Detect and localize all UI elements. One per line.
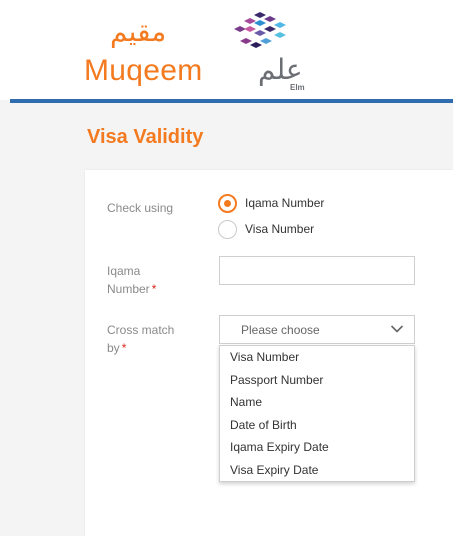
muqeem-logo-arabic: مقيم — [110, 15, 167, 48]
cross-match-label-text: Cross match by — [107, 323, 175, 355]
chevron-down-icon — [390, 325, 404, 333]
elm-logo-text: Elm — [290, 83, 305, 92]
iqama-number-input[interactable] — [219, 256, 415, 285]
muqeem-logo-text: Muqeem — [84, 54, 203, 87]
page-header: مقيم Muqeem علم Elm — [0, 0, 453, 100]
iqama-number-label-text: Iqama Number — [107, 264, 150, 296]
cross-match-label: Cross match by * — [107, 321, 187, 357]
iqama-number-label: Iqama Number * — [107, 262, 177, 298]
cross-match-select[interactable]: Please choose — [219, 315, 415, 344]
radio-iqama-label: Iqama Number — [245, 196, 325, 210]
check-using-label: Check using — [107, 201, 174, 215]
dropdown-option[interactable]: Visa Number — [220, 346, 414, 369]
dropdown-option[interactable]: Visa Expiry Date — [220, 459, 414, 482]
cross-match-dropdown: Visa Number Passport Number Name Date of… — [219, 345, 415, 482]
dropdown-option[interactable]: Name — [220, 391, 414, 414]
radio-iqama-number[interactable]: Iqama Number — [218, 193, 324, 213]
dropdown-option[interactable]: Passport Number — [220, 369, 414, 392]
radio-selected-icon[interactable] — [218, 193, 237, 213]
radio-unselected-icon[interactable] — [218, 219, 237, 239]
dropdown-option[interactable]: Iqama Expiry Date — [220, 436, 414, 459]
elm-logo-arabic: علم — [258, 53, 303, 86]
required-mark: * — [151, 282, 157, 296]
page-title: Visa Validity — [87, 126, 204, 148]
required-mark: * — [121, 341, 127, 355]
radio-visa-number[interactable]: Visa Number — [218, 219, 314, 239]
radio-visa-label: Visa Number — [245, 222, 315, 236]
dropdown-option[interactable]: Date of Birth — [220, 414, 414, 437]
cross-match-placeholder: Please choose — [241, 323, 320, 337]
header-divider — [10, 99, 453, 103]
